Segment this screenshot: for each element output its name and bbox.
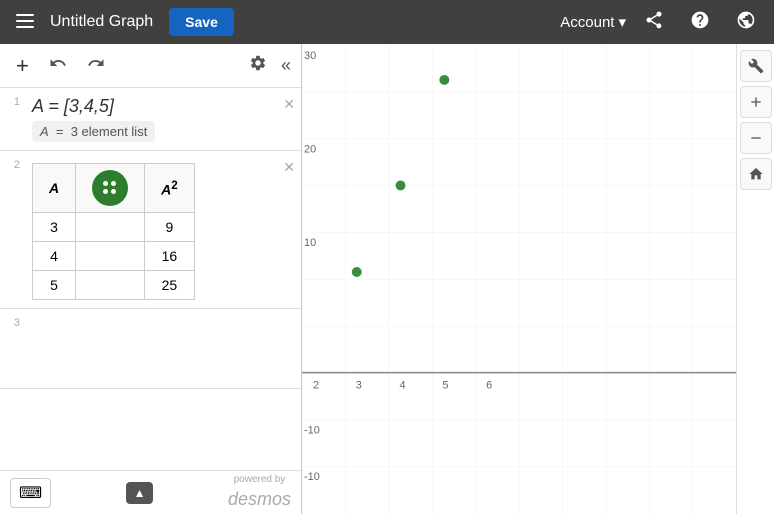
- expressions-list: 1 A = [3,4,5] A = 3 element list ✕ 2: [0, 88, 301, 470]
- expression-1: 1 A = [3,4,5] A = 3 element list ✕: [0, 88, 301, 151]
- expr-close-2[interactable]: ✕: [283, 159, 295, 176]
- expression-toolbar: + «: [0, 44, 301, 88]
- left-panel: + « 1 A = [3,4,5] A = 3 element lis: [0, 44, 302, 514]
- cell-A2-3: 25: [145, 271, 195, 300]
- col-header-color[interactable]: [76, 164, 145, 213]
- expr-hint-1: A = 3 element list: [32, 121, 155, 142]
- cell-A2-2: 16: [145, 242, 195, 271]
- right-toolbar: [736, 44, 774, 514]
- wrench-button[interactable]: [740, 50, 772, 82]
- col-header-A: A: [33, 164, 76, 213]
- account-button[interactable]: Account ▾: [560, 13, 626, 31]
- keyboard-button[interactable]: ⌨: [10, 478, 51, 508]
- data-point-4-16: [396, 180, 406, 190]
- color-picker-button[interactable]: [92, 170, 128, 206]
- collapse-panel-button[interactable]: «: [281, 55, 291, 76]
- table-row-3: 5 25: [33, 271, 195, 300]
- svg-text:30: 30: [304, 50, 316, 62]
- desmos-logo: powered by desmos: [228, 473, 291, 512]
- graph-area[interactable]: 2 3 4 5 6 30 20 10 -10 -10: [302, 44, 736, 514]
- expr-math-1: A = [3,4,5]: [32, 96, 277, 117]
- cell-dot-2: [76, 242, 145, 271]
- cell-A-3: 5: [33, 271, 76, 300]
- help-button[interactable]: [682, 6, 718, 39]
- expression-3: 3: [0, 309, 301, 389]
- expression-2: 2 A: [0, 151, 301, 309]
- app-title: Untitled Graph: [50, 13, 153, 31]
- redo-button[interactable]: [81, 50, 111, 81]
- cell-A2-1: 9: [145, 213, 195, 242]
- table-row-2: 4 16: [33, 242, 195, 271]
- graph-grid: 2 3 4 5 6 30 20 10 -10 -10: [302, 44, 736, 514]
- col-header-A2: A2: [145, 164, 195, 213]
- cell-dot-1: [76, 213, 145, 242]
- cell-A-1: 3: [33, 213, 76, 242]
- main-area: + « 1 A = [3,4,5] A = 3 element lis: [0, 44, 774, 514]
- cell-A-2: 4: [33, 242, 76, 271]
- header: Untitled Graph Save Account ▾: [0, 0, 774, 44]
- expr-close-1[interactable]: ✕: [283, 96, 295, 113]
- settings-button[interactable]: [243, 50, 273, 81]
- table-content-2[interactable]: A: [24, 151, 283, 308]
- globe-button[interactable]: [728, 6, 764, 39]
- data-point-3-9: [352, 267, 362, 277]
- expr-content-3[interactable]: [24, 309, 301, 325]
- home-button[interactable]: [740, 158, 772, 190]
- left-footer: ⌨ ▲ powered by desmos: [0, 470, 301, 514]
- cell-dot-3: [76, 271, 145, 300]
- zoom-out-button[interactable]: [740, 122, 772, 154]
- expr-number-2: 2: [0, 151, 24, 179]
- share-button[interactable]: [636, 6, 672, 39]
- svg-text:-10: -10: [304, 471, 320, 483]
- add-expression-button[interactable]: +: [10, 49, 35, 83]
- table-row-1: 3 9: [33, 213, 195, 242]
- svg-text:6: 6: [486, 379, 492, 391]
- zoom-in-button[interactable]: [740, 86, 772, 118]
- data-table: A: [32, 163, 195, 300]
- undo-button[interactable]: [43, 50, 73, 81]
- svg-text:-10: -10: [304, 424, 320, 436]
- svg-text:2: 2: [313, 379, 319, 391]
- svg-text:3: 3: [356, 379, 362, 391]
- expr-content-1[interactable]: A = [3,4,5] A = 3 element list: [24, 88, 301, 150]
- hamburger-button[interactable]: [10, 8, 40, 37]
- data-point-5-25: [439, 75, 449, 85]
- save-button[interactable]: Save: [169, 8, 234, 36]
- svg-text:20: 20: [304, 144, 316, 156]
- svg-text:5: 5: [442, 379, 448, 391]
- expr-number-3: 3: [0, 309, 24, 337]
- svg-text:4: 4: [400, 379, 406, 391]
- expand-button[interactable]: ▲: [126, 482, 154, 504]
- expr-number-1: 1: [0, 88, 24, 116]
- svg-text:10: 10: [304, 237, 316, 249]
